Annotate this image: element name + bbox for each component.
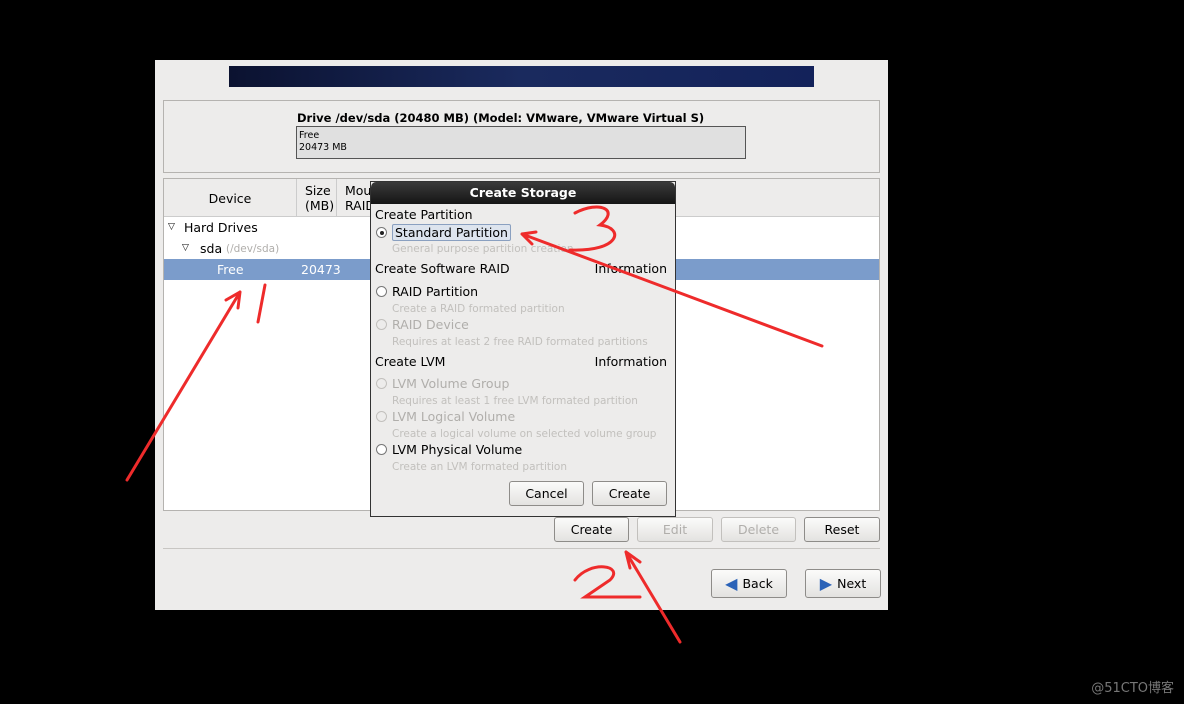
drive-title: Drive /dev/sda (20480 MB) (Model: VMware… [297,111,705,125]
radio-icon [376,319,387,330]
back-label: Back [742,576,773,591]
section-create-partition: Create Partition [375,207,473,222]
col-device[interactable]: Device [164,179,297,217]
back-button[interactable]: ◀ Back [711,569,787,598]
drive-summary: Drive /dev/sda (20480 MB) (Model: VMware… [163,100,880,173]
radio-icon [376,378,387,389]
option-label: RAID Device [392,317,469,332]
option-desc: Requires at least 1 free LVM formated pa… [392,395,638,407]
radio-lvm-logical-volume[interactable]: LVM Logical Volume [376,409,515,424]
option-desc: General purpose partition creation [392,243,574,255]
col-size[interactable]: Size (MB) [297,179,337,217]
section-lvm: Create LVM [375,354,446,369]
row-size: 20473 [301,262,341,277]
free-label: Free [299,130,320,141]
watermark: @51CTO博客 [1091,681,1174,696]
dialog-title: Create Storage [371,182,675,204]
radio-lvm-volume-group[interactable]: LVM Volume Group [376,376,509,391]
option-label: LVM Logical Volume [392,409,516,424]
option-desc: Create an LVM formated partition [392,461,567,473]
radio-icon [376,227,387,238]
dialog-create-button[interactable]: Create [592,481,667,506]
option-desc: Create a logical volume on selected volu… [392,428,657,440]
expander-icon[interactable]: ▽ [182,243,189,253]
next-button[interactable]: ▶ Next [805,569,881,598]
drive-free-bar: Free 20473 MB [296,126,746,159]
option-desc: Create a RAID formated partition [392,303,565,315]
create-button[interactable]: Create [554,517,629,542]
dialog-cancel-button[interactable]: Cancel [509,481,584,506]
raid-information-label: Information [594,261,667,276]
edit-button[interactable]: Edit [637,517,713,542]
divider [163,548,880,549]
row-label: Hard Drives [184,220,258,235]
row-label: sda [200,241,223,256]
expander-icon[interactable]: ▽ [168,222,175,232]
delete-button[interactable]: Delete [721,517,796,542]
next-arrow-icon: ▶ [819,574,833,593]
section-software-raid: Create Software RAID [375,261,510,276]
reset-button[interactable]: Reset [804,517,880,542]
lvm-information-label: Information [594,354,667,369]
radio-raid-partition[interactable]: RAID Partition [376,284,478,299]
radio-lvm-physical-volume[interactable]: LVM Physical Volume [376,442,522,457]
option-desc: Requires at least 2 free RAID formated p… [392,336,648,348]
row-path: (/dev/sda) [226,243,280,255]
radio-raid-device[interactable]: RAID Device [376,317,469,332]
header-banner [229,66,814,87]
radio-standard-partition[interactable]: Standard Partition [376,224,511,241]
row-label: Free [217,262,244,277]
radio-icon [376,286,387,297]
option-label: RAID Partition [392,284,479,299]
option-label: LVM Physical Volume [392,442,523,457]
create-storage-dialog: Create Storage Create Partition Standard… [370,181,676,517]
option-label: Standard Partition [392,224,511,241]
next-label: Next [837,576,867,591]
free-size: 20473 MB [299,142,347,153]
radio-icon [376,444,387,455]
radio-icon [376,411,387,422]
option-label: LVM Volume Group [392,376,510,391]
back-arrow-icon: ◀ [725,574,738,593]
